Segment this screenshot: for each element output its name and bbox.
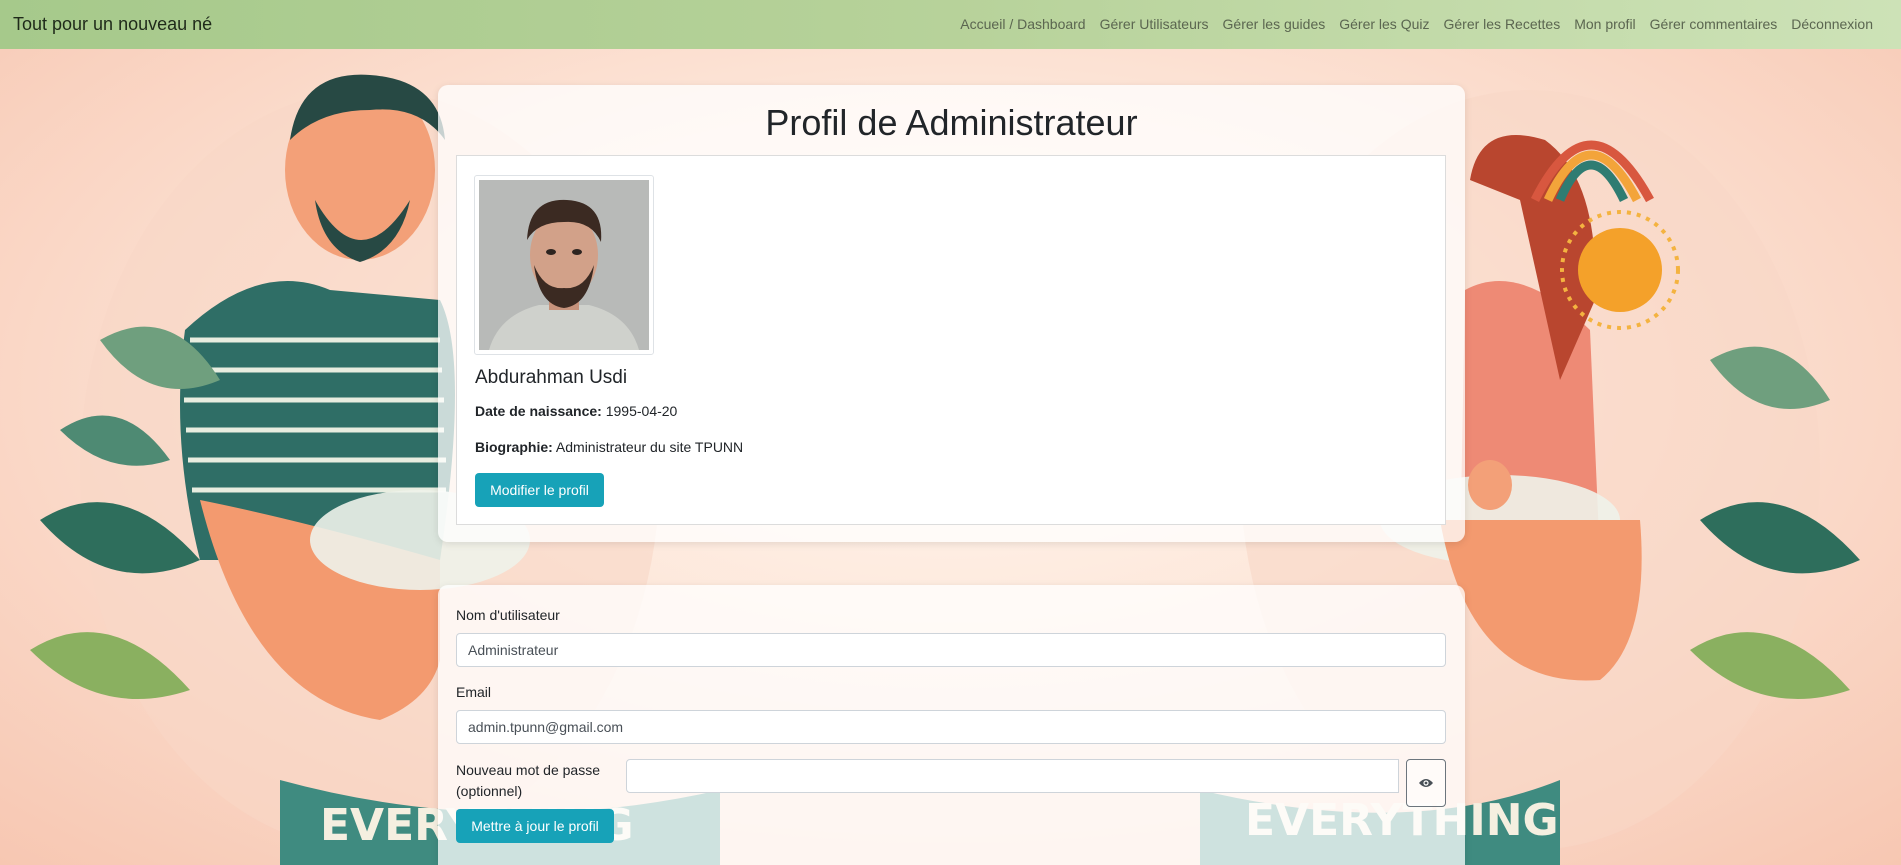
profile-form: Nom d'utilisateur Email Nouveau mot de p… (438, 585, 1465, 865)
nav-link-quiz[interactable]: Gérer les Quiz (1332, 0, 1436, 49)
profile-section: Profil de Administrateur Abdurahman Usdi… (438, 85, 1465, 542)
birth-date-row: Date de naissance: 1995-04-20 (475, 403, 677, 419)
biography-value: Administrateur du site TPUNN (555, 439, 744, 455)
biography-row: Biographie: Administrateur du site TPUNN (475, 439, 743, 455)
page-title: Profil de Administrateur (765, 102, 1138, 143)
update-profile-button[interactable]: Mettre à jour le profil (456, 809, 614, 843)
nav-link-comments[interactable]: Gérer commentaires (1643, 0, 1785, 49)
edit-profile-button[interactable]: Modifier le profil (475, 473, 604, 507)
nav-link-guides[interactable]: Gérer les guides (1216, 0, 1333, 49)
top-navbar: Tout pour un nouveau né Accueil / Dashbo… (0, 0, 1901, 49)
nav-link-recipes[interactable]: Gérer les Recettes (1436, 0, 1567, 49)
birth-date-label: Date de naissance: (475, 403, 602, 419)
email-input[interactable] (456, 710, 1446, 744)
nav-link-users[interactable]: Gérer Utilisateurs (1093, 0, 1216, 49)
profile-photo (479, 180, 649, 350)
profile-card: Abdurahman Usdi Date de naissance: 1995-… (456, 155, 1446, 525)
nav-links: Accueil / Dashboard Gérer Utilisateurs G… (953, 0, 1880, 49)
toggle-password-button[interactable] (1406, 759, 1446, 807)
avatar (474, 175, 654, 355)
password-input[interactable] (626, 759, 1399, 793)
nav-link-logout[interactable]: Déconnexion (1784, 0, 1880, 49)
email-label: Email (456, 684, 492, 700)
username-label: Nom d'utilisateur (456, 607, 560, 623)
birth-date-value: 1995-04-20 (605, 403, 678, 419)
nav-link-dashboard[interactable]: Accueil / Dashboard (953, 0, 1092, 49)
biography-label: Biographie: (475, 439, 553, 455)
username-input[interactable] (456, 633, 1446, 667)
eye-icon (1419, 779, 1433, 787)
password-label: Nouveau mot de passe (optionnel) (456, 762, 600, 799)
nav-link-my-profile[interactable]: Mon profil (1567, 0, 1642, 49)
profile-name: Abdurahman Usdi (475, 367, 628, 388)
brand-link[interactable]: Tout pour un nouveau né (13, 14, 212, 35)
